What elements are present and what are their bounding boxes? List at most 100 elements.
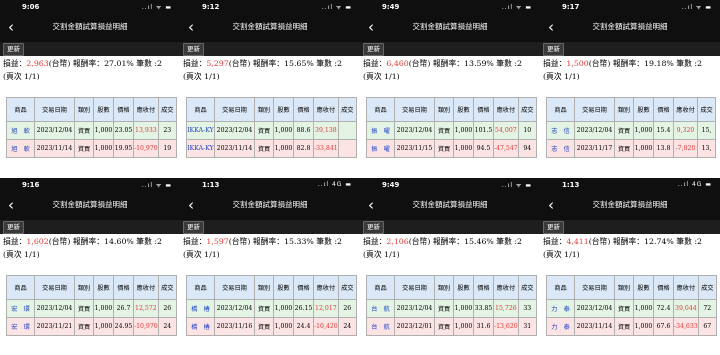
clock: 9:17	[562, 3, 580, 11]
product-cell[interactable]: 力 泰	[546, 317, 575, 336]
amount-cell: 39,044	[673, 299, 699, 318]
summary-line: 損益：2,106(台幣) 報酬率：15.46% 筆數 :2	[360, 234, 540, 247]
trade-row[interactable]: 橋 椿 2023/12/04 資買 1,000 26.15 12,017 26	[186, 299, 357, 318]
count-value: 2	[697, 59, 702, 68]
last-cell	[337, 121, 357, 140]
page-indicator: (頁次 1/1)	[183, 72, 220, 81]
product-cell[interactable]: 橋 椿	[186, 299, 215, 318]
trade-row[interactable]: 振 曜 2023/11/15 資買 1,000 94.5 -47,547 94	[366, 139, 537, 158]
column-header: 商品	[186, 97, 215, 122]
last-cell: 94	[517, 139, 537, 158]
status-bar: 9:49 ..ıl ᯤ ▬	[360, 0, 540, 14]
count-value: 2	[337, 237, 342, 246]
roi-value: 12.74%	[644, 237, 674, 246]
trade-row[interactable]: IKKA-KY 2023/12/04 資買 1,000 88.6 39,138	[186, 121, 357, 140]
count-value: 2	[157, 237, 162, 246]
column-header: 應收付	[133, 97, 159, 122]
refresh-button[interactable]: 更新	[183, 43, 204, 56]
product-cell[interactable]: 橋 椿	[186, 317, 215, 336]
column-header: 類別	[434, 97, 454, 122]
pl-value: 6,460	[386, 59, 409, 68]
product-cell[interactable]: 振 曜	[366, 139, 395, 158]
nav-bar: ‹ 交割金額試算損益明細	[0, 192, 180, 220]
price-cell: 88.6	[293, 121, 314, 140]
trade-row[interactable]: 台 航 2023/12/01 資買 1,000 31.6 -13,620 31	[366, 317, 537, 336]
product-cell[interactable]: IKKA-KY	[186, 139, 215, 158]
amount-cell: -10,970	[133, 317, 159, 336]
column-header: 商品	[186, 275, 215, 300]
refresh-button[interactable]: 更新	[363, 221, 384, 234]
status-bar: 1:13 ..ıl 4G ▬	[180, 178, 360, 192]
quantity-cell: 1,000	[273, 139, 294, 158]
product-cell[interactable]: 台 航	[366, 317, 395, 336]
column-header: 價格	[473, 275, 494, 300]
trade-row[interactable]: 志 信 2023/12/04 資買 1,000 15.4 9,320 15,	[546, 121, 716, 140]
product-cell[interactable]: 旭 軟	[6, 139, 35, 158]
trade-row[interactable]: 宏 環 2023/12/04 資買 1,000 26.7 12,572 26	[6, 299, 177, 318]
signal-battery-icons: ..ıl 4G ▬	[677, 181, 712, 188]
status-bar: 9:17 ..ıl ᯤ ▬	[540, 0, 720, 14]
trade-row[interactable]: 志 信 2023/11/17 資買 1,000 13.8 -7,820 13,	[546, 139, 716, 158]
trade-row[interactable]: IKKA-KY 2023/11/14 資買 1,000 82.8 -33,841	[186, 139, 357, 158]
trade-row[interactable]: 宏 環 2023/11/21 資買 1,000 24.95 -10,970 24	[6, 317, 177, 336]
trade-date-cell: 2023/11/15	[394, 139, 435, 158]
product-cell[interactable]: 振 曜	[366, 121, 395, 140]
product-cell[interactable]: 志 信	[546, 121, 575, 140]
product-cell[interactable]: 力 泰	[546, 299, 575, 318]
roi-label: 報酬率：	[70, 237, 105, 246]
product-cell[interactable]: 旭 軟	[6, 121, 35, 140]
column-header: 成交	[697, 275, 717, 300]
amount-cell: -34,633	[673, 317, 699, 336]
refresh-button[interactable]: 更新	[543, 221, 564, 234]
refresh-button[interactable]: 更新	[543, 43, 564, 56]
trade-date-cell: 2023/12/04	[574, 299, 615, 318]
refresh-button[interactable]: 更新	[3, 43, 24, 56]
column-header: 類別	[254, 97, 274, 122]
phone-screen-5: 9:16 ..ıl ᯤ ▬ ‹ 交割金額試算損益明細 更新 損益：1,602(台…	[0, 178, 180, 353]
trade-row[interactable]: 橋 椿 2023/11/16 資買 1,000 24.4 -10,420 24	[186, 317, 357, 336]
trade-table: 商品 交易日期 類別 股數 價格 應收付 成交 旭 軟 2023/12/04 資買 1,00…	[6, 97, 177, 158]
trade-row[interactable]: 力 泰 2023/12/04 資買 1,000 72.4 39,044 72	[546, 299, 717, 318]
page-indicator: (頁次 1/1)	[363, 72, 400, 81]
trade-row[interactable]: 振 曜 2023/12/04 資買 1,000 101.5 54,007 10	[366, 121, 537, 140]
count-value: 2	[697, 237, 702, 246]
trade-row[interactable]: 旭 軟 2023/11/14 資買 1,000 19.95 -10,970 19	[6, 139, 177, 158]
trade-type-cell: 資買	[614, 299, 634, 318]
quantity-cell: 1,000	[93, 139, 114, 158]
product-cell[interactable]: 志 信	[546, 139, 575, 158]
clock: 9:06	[22, 3, 40, 11]
trade-row[interactable]: 台 航 2023/12/04 資買 1,000 33.85 15,726 33	[366, 299, 537, 318]
refresh-button[interactable]: 更新	[363, 43, 384, 56]
trade-row[interactable]: 力 泰 2023/11/14 資買 1,000 67.6 -34,633 67	[546, 317, 717, 336]
status-bar: 9:16 ..ıl ᯤ ▬	[0, 178, 180, 192]
column-header: 股數	[453, 275, 474, 300]
pl-label: 損益：	[3, 237, 27, 246]
quantity-cell: 1,000	[93, 121, 114, 140]
product-cell[interactable]: 宏 環	[6, 299, 35, 318]
refresh-button[interactable]: 更新	[183, 221, 204, 234]
last-cell: 26	[157, 299, 177, 318]
product-cell[interactable]: 台 航	[366, 299, 395, 318]
price-cell: 26.15	[293, 299, 314, 318]
count-label: 筆數 :	[673, 237, 697, 246]
pl-label: 損益：	[3, 59, 27, 68]
trade-table: 商品 交易日期 類別 股數 價格 應收付 成交 志 信 2023/12/04 資買 1,00…	[546, 97, 716, 158]
currency-label: (台幣)	[408, 59, 431, 68]
pl-value: 4,411	[566, 237, 589, 246]
trade-row[interactable]: 旭 軟 2023/12/04 資買 1,000 23.05 13,933 23	[6, 121, 177, 140]
product-cell[interactable]: IKKA-KY	[186, 121, 215, 140]
column-header: 交易日期	[34, 275, 75, 300]
trade-date-cell: 2023/12/04	[34, 121, 75, 140]
column-header: 價格	[293, 275, 314, 300]
count-label: 筆數 :	[673, 59, 697, 68]
trade-table: 商品 交易日期 類別 股數 價格 應收付 成交 力 泰 2023/12/04 資買 1,00…	[546, 275, 717, 336]
product-cell[interactable]: 宏 環	[6, 317, 35, 336]
page-indicator: (頁次 1/1)	[183, 250, 220, 259]
status-bar: 9:06 ..ıl ᯤ ▬	[0, 0, 180, 14]
page-indicator: (頁次 1/1)	[3, 72, 40, 81]
quantity-cell: 1,000	[453, 121, 474, 140]
refresh-button[interactable]: 更新	[3, 221, 24, 234]
table-header-row: 商品 交易日期 類別 股數 價格 應收付 成交	[366, 275, 537, 300]
amount-cell: -7,820	[673, 139, 698, 158]
trade-date-cell: 2023/11/21	[34, 317, 75, 336]
